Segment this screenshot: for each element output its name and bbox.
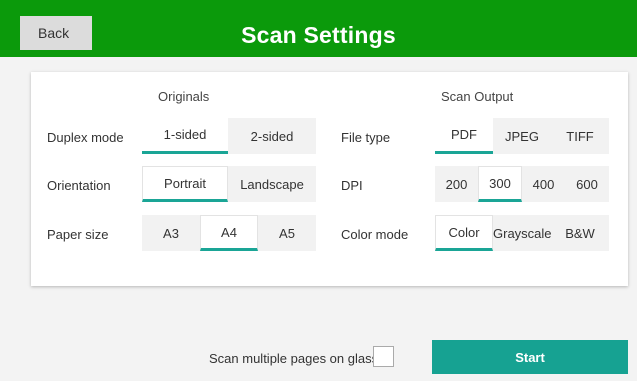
paper-size-option-a4[interactable]: A4 bbox=[200, 215, 258, 251]
color-mode-label: Color mode bbox=[341, 227, 409, 242]
paper-size-option-a3[interactable]: A3 bbox=[142, 215, 200, 251]
dpi-option-200[interactable]: 200 bbox=[435, 166, 478, 202]
dpi-option-300[interactable]: 300 bbox=[478, 166, 522, 202]
paper-size-option-a5[interactable]: A5 bbox=[258, 215, 316, 251]
multi-page-checkbox[interactable] bbox=[373, 346, 394, 367]
header-bar: Back Scan Settings bbox=[0, 0, 637, 57]
color-mode-option-grayscale[interactable]: Grayscale bbox=[493, 215, 552, 251]
duplex-option-2-sided[interactable]: 2-sided bbox=[228, 118, 316, 154]
duplex-mode-label: Duplex mode bbox=[47, 130, 124, 145]
color-mode-option-bw[interactable]: B&W bbox=[551, 215, 609, 251]
start-button[interactable]: Start bbox=[432, 340, 628, 374]
dpi-label: DPI bbox=[341, 178, 363, 193]
multi-page-label: Scan multiple pages on glass bbox=[209, 351, 379, 366]
file-type-option-pdf[interactable]: PDF bbox=[435, 118, 493, 154]
file-type-label: File type bbox=[341, 130, 391, 145]
duplex-option-1-sided[interactable]: 1-sided bbox=[142, 118, 228, 154]
orientation-option-portrait[interactable]: Portrait bbox=[142, 166, 228, 202]
color-mode-option-color[interactable]: Color bbox=[435, 215, 493, 251]
page-title: Scan Settings bbox=[241, 22, 396, 48]
paper-size-label: Paper size bbox=[47, 227, 109, 242]
orientation-label: Orientation bbox=[47, 178, 111, 193]
file-type-option-tiff[interactable]: TIFF bbox=[551, 118, 609, 154]
settings-panel: Originals Scan Output Duplex mode 1-side… bbox=[31, 72, 628, 286]
originals-section-title: Originals bbox=[158, 89, 210, 104]
dpi-option-600[interactable]: 600 bbox=[565, 166, 609, 202]
orientation-option-landscape[interactable]: Landscape bbox=[228, 166, 316, 202]
dpi-option-400[interactable]: 400 bbox=[522, 166, 565, 202]
scan-output-section-title: Scan Output bbox=[441, 89, 514, 104]
file-type-option-jpeg[interactable]: JPEG bbox=[493, 118, 551, 154]
